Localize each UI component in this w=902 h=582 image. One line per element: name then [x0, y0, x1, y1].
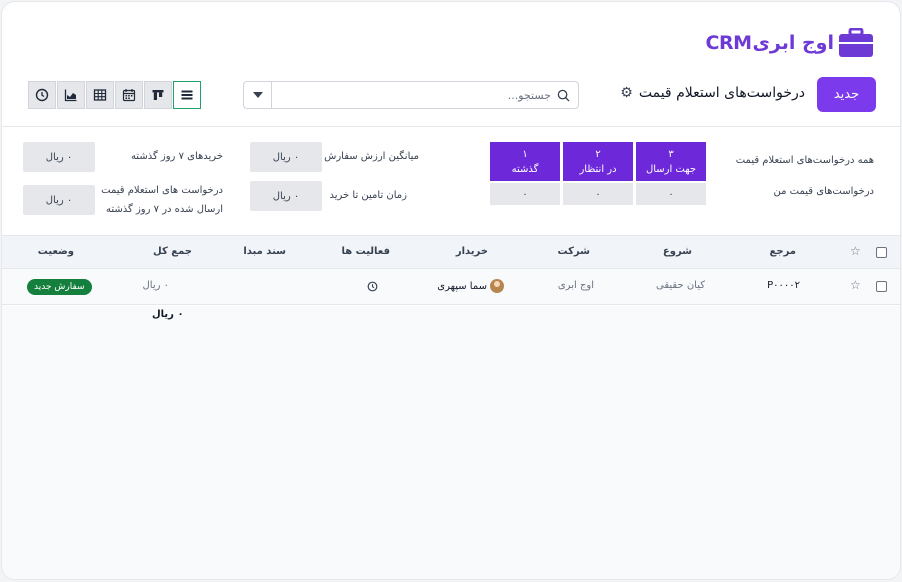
- kpi-late-my-value[interactable]: ۰: [490, 183, 560, 205]
- gear-icon[interactable]: ⚙: [620, 85, 633, 101]
- search-options-toggle[interactable]: [244, 82, 272, 108]
- kpi-to-send-my-value[interactable]: ۰: [636, 183, 706, 205]
- briefcase-icon: [839, 28, 873, 57]
- list-view-button[interactable]: [173, 81, 201, 109]
- col-buyer[interactable]: خریدار: [456, 246, 488, 257]
- calendar-view-button[interactable]: [115, 81, 143, 109]
- my-rfqs-filter[interactable]: درخواست‌های قیمت من: [774, 183, 874, 201]
- rfq-sent-7d-value: ۰ ریال: [23, 185, 95, 215]
- caret-down-icon: [252, 92, 263, 98]
- kpi-waiting[interactable]: ۲ در انتظار: [563, 142, 633, 181]
- cell-company: اوج ابری: [557, 280, 594, 291]
- star-icon: ☆: [850, 244, 861, 258]
- table-row[interactable]: ☆ P۰۰۰۰۲ کیان حقیقی اوج ابری سما سپهری ۰…: [2, 269, 900, 305]
- list-icon: [181, 90, 193, 100]
- status-badge: سفارش جدید: [27, 279, 92, 295]
- page-title: درخواست‌های استعلام قیمت ⚙: [620, 85, 805, 101]
- all-rfqs-filter[interactable]: همه درخواست‌های استعلام قیمت: [736, 152, 874, 170]
- pivot-view-button[interactable]: [86, 81, 114, 109]
- kpi-to-send[interactable]: ۳ جهت ارسال: [636, 142, 706, 181]
- search-icon: [557, 89, 570, 102]
- col-total[interactable]: جمع کل: [153, 246, 192, 257]
- cell-reference: P۰۰۰۰۲: [767, 280, 800, 291]
- kpi-label: جهت ارسال: [645, 164, 697, 175]
- avg-order-value: ۰ ریال: [250, 142, 322, 172]
- star-icon[interactable]: ☆: [850, 278, 861, 292]
- purchases-7d-value: ۰ ریال: [23, 142, 95, 172]
- table-header: ☆ مرجع شروع شرکت خریدار فعالیت ها سند مب…: [2, 235, 900, 269]
- kanban-icon: [152, 90, 164, 100]
- kpi-late[interactable]: ۱ گذشته: [490, 142, 560, 181]
- rfq-sent-7d-label: درخواست های استعلام قیمت ارسال شده در ۷ …: [101, 185, 223, 215]
- cell-total: ۰ ریال: [142, 280, 169, 291]
- kpi-waiting-my-value[interactable]: ۰: [563, 183, 633, 205]
- kpi-label: در انتظار: [579, 164, 617, 175]
- kpi-count: ۳: [668, 149, 674, 160]
- lead-time-value: ۰ ریال: [250, 181, 322, 211]
- purchases-7d-label: خریدهای ۷ روز گذشته: [130, 151, 223, 162]
- kpi-label: گذشته: [511, 164, 539, 175]
- col-company[interactable]: شرکت: [558, 246, 590, 257]
- area-chart-icon: [64, 89, 77, 102]
- table-icon: [93, 89, 107, 101]
- select-all-checkbox[interactable]: [876, 247, 887, 258]
- grand-total: ۰ ریال: [152, 309, 184, 320]
- lead-time-label: زمان تامین تا خرید: [329, 190, 408, 201]
- new-button[interactable]: جدید: [817, 77, 876, 112]
- col-source-doc[interactable]: سند مبدا: [243, 246, 286, 257]
- app-window: CRMاوج ابری جدید درخواست‌های استعلام قیم…: [1, 1, 901, 580]
- col-status[interactable]: وضعیت: [38, 246, 74, 257]
- search-box: [243, 81, 579, 109]
- kanban-view-button[interactable]: [144, 81, 172, 109]
- cell-start: کیان حقیقی: [656, 280, 705, 291]
- brand-logo[interactable]: CRMاوج ابری: [706, 28, 875, 58]
- kpi-count: ۲: [595, 149, 601, 160]
- logo-text: CRMاوج ابری: [705, 32, 835, 54]
- col-activities[interactable]: فعالیت ها: [341, 246, 390, 257]
- col-start[interactable]: شروع: [663, 246, 692, 257]
- clock-icon: [35, 88, 49, 102]
- table-body-area: [2, 306, 900, 579]
- avatar: [490, 279, 504, 293]
- cell-buyer: سما سپهری: [437, 279, 504, 293]
- activity-view-button[interactable]: [28, 81, 56, 109]
- kpi-count: ۱: [522, 149, 528, 160]
- calendar-icon: [122, 89, 136, 102]
- clock-icon[interactable]: [367, 281, 378, 292]
- toolbar-divider: [2, 126, 900, 127]
- avg-order-label: میانگین ارزش سفارش: [324, 151, 419, 162]
- search-field[interactable]: [272, 82, 578, 108]
- graph-view-button[interactable]: [57, 81, 85, 109]
- col-reference[interactable]: مرجع: [770, 246, 796, 257]
- row-checkbox[interactable]: [876, 281, 887, 292]
- view-switcher: [28, 81, 201, 109]
- search-input[interactable]: [301, 88, 551, 102]
